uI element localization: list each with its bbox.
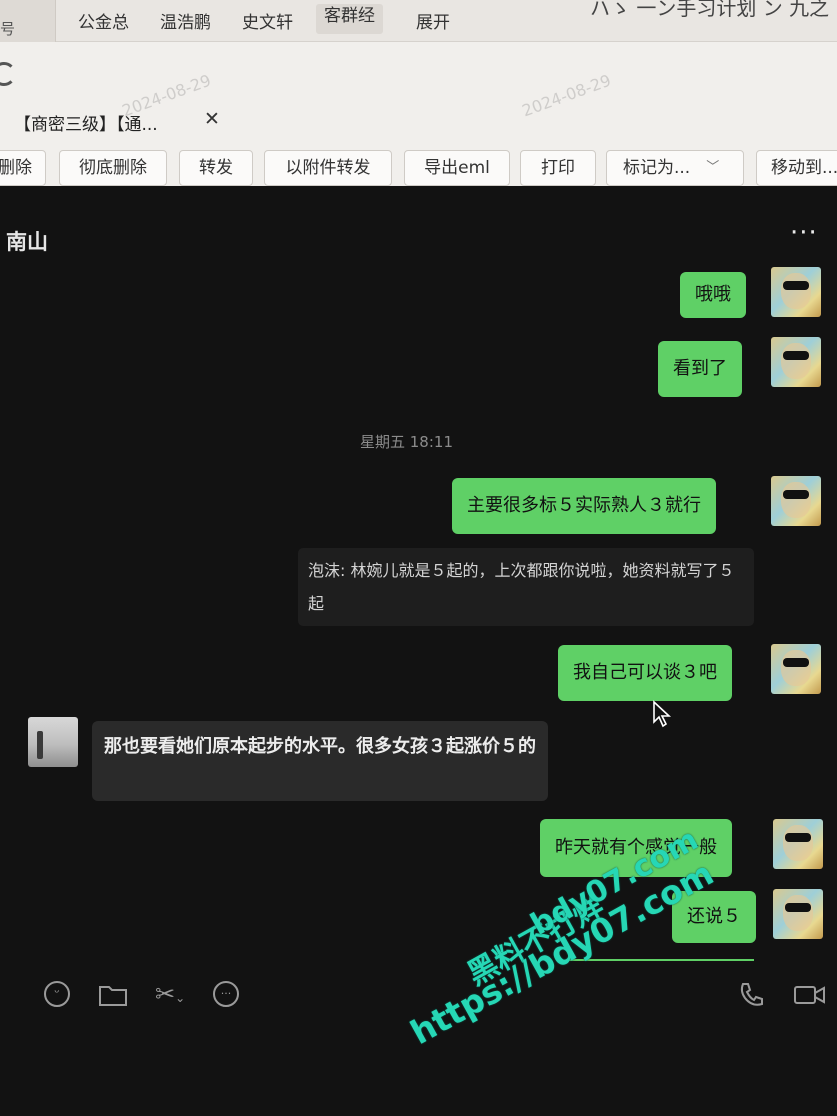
my-avatar[interactable] <box>771 644 821 694</box>
chat-bubble-icon[interactable]: ··· <box>213 981 239 1007</box>
avatar-face <box>781 343 811 379</box>
quoted-message[interactable]: 泡沫: 林婉儿就是５起的，上次都跟你说啦，她资料就写了５起 <box>298 548 754 626</box>
email-toolbar: 删除 彻底删除 转发 以附件转发 导出eml 打印 标记为... ﹀ 移动到... <box>0 146 837 186</box>
mark-as-label: 标记为... <box>623 158 691 178</box>
close-icon[interactable]: ✕ <box>204 108 220 130</box>
permanent-delete-button[interactable]: 彻底删除 <box>59 150 167 186</box>
folder-icon[interactable] <box>98 983 128 1007</box>
my-message-bubble[interactable]: 主要很多标５实际熟人３就行 <box>452 478 716 534</box>
avatar-face <box>781 273 811 309</box>
tab-3[interactable]: 史文轩 <box>242 8 293 33</box>
avatar-glasses <box>785 833 811 842</box>
scissors-icon[interactable]: ✂⌄ <box>155 981 185 1011</box>
avatar-glasses <box>783 281 809 290</box>
avatar-face <box>783 825 813 861</box>
tab-bar: 号 公金总 温浩鹏 史文轩 客群经 展开 ハゝ 一ン手习计划 ン 九之 <box>0 0 837 42</box>
mark-as-dropdown[interactable]: 标记为... ﹀ <box>606 150 744 186</box>
delete-button[interactable]: 删除 <box>0 150 46 186</box>
avatar-glasses <box>783 490 809 499</box>
my-message-bubble[interactable]: 哦哦 <box>680 272 746 318</box>
my-avatar[interactable] <box>771 337 821 387</box>
contact-message-bubble[interactable]: 那也要看她们原本起步的水平。很多女孩３起涨价５的 <box>92 721 548 801</box>
tab-partial-glyph: 号 <box>0 20 16 38</box>
mouse-cursor-icon <box>653 700 672 728</box>
my-avatar[interactable] <box>771 476 821 526</box>
my-message-bubble[interactable]: 看到了 <box>658 341 742 397</box>
my-avatar[interactable] <box>773 889 823 939</box>
chat-contact-name: 南山 <box>6 230 48 254</box>
email-client: 号 公金总 温浩鹏 史文轩 客群经 展开 ハゝ 一ン手习计划 ン 九之 2024… <box>0 0 837 186</box>
partial-bubble-edge <box>568 959 754 961</box>
phone-icon[interactable] <box>737 981 765 1009</box>
time-divider: 星期五 18:11 <box>360 433 453 451</box>
window-title: ハゝ 一ン手习计划 ン 九之 <box>590 0 830 20</box>
chevron-down-icon: ﹀ <box>706 160 720 175</box>
move-to-button[interactable]: 移动到... <box>756 150 837 186</box>
avatar-figure <box>37 731 43 759</box>
tab-2[interactable]: 温浩鹏 <box>160 8 211 33</box>
my-avatar[interactable] <box>771 267 821 317</box>
avatar-glasses <box>783 658 809 667</box>
my-avatar[interactable] <box>773 819 823 869</box>
tab-expand[interactable]: 展开 <box>416 8 450 33</box>
email-subject[interactable]: 【商密三级】【通... <box>14 110 158 135</box>
video-icon[interactable] <box>793 983 827 1007</box>
screen: 号 公金总 温浩鹏 史文轩 客群经 展开 ハゝ 一ン手习计划 ン 九之 2024… <box>0 0 837 1116</box>
tab-1[interactable]: 公金总 <box>78 8 129 33</box>
export-eml-button[interactable]: 导出eml <box>404 150 510 186</box>
watermark-date: 2024-08-29 <box>519 70 614 121</box>
avatar-glasses <box>783 351 809 360</box>
avatar-glasses <box>785 903 811 912</box>
tab-partial[interactable]: 号 <box>0 0 56 42</box>
forward-as-attachment-button[interactable]: 以附件转发 <box>264 150 392 186</box>
my-message-bubble[interactable]: 我自己可以谈３吧 <box>558 645 732 701</box>
forward-button[interactable]: 转发 <box>179 150 253 186</box>
emoji-icon[interactable]: ᵕ <box>44 981 70 1007</box>
avatar-face <box>783 895 813 931</box>
print-button[interactable]: 打印 <box>520 150 596 186</box>
more-options-icon[interactable]: ··· <box>790 218 818 248</box>
tab-4[interactable]: 客群经 <box>316 4 383 34</box>
chevron-down-icon: ⌄ <box>175 991 186 1005</box>
contact-avatar[interactable] <box>28 717 78 767</box>
refresh-icon[interactable] <box>0 62 16 86</box>
chat-window: 南山 ··· 哦哦 看到了 星期五 18:11 主要很多标５实际熟人３就行 泡沫… <box>0 186 837 1116</box>
avatar-face <box>781 482 811 518</box>
avatar-face <box>781 650 811 686</box>
